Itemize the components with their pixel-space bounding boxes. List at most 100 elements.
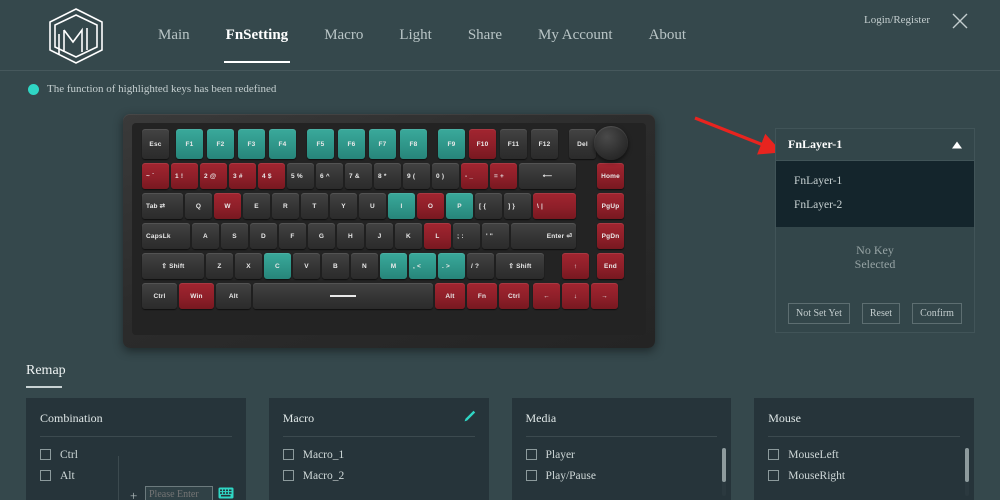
key-o[interactable]: O — [417, 193, 444, 219]
rotary-knob[interactable] — [594, 126, 628, 160]
key-f1[interactable]: F1 — [176, 129, 203, 159]
not-set-yet-button[interactable]: Not Set Yet — [788, 303, 850, 324]
key-0[interactable]: 0 ) — [432, 163, 459, 189]
confirm-button[interactable]: Confirm — [912, 303, 962, 324]
key-space[interactable]: ] } — [504, 193, 531, 219]
key-space[interactable] — [253, 283, 433, 309]
key-e[interactable]: E — [243, 193, 270, 219]
scrollbar-thumb[interactable] — [722, 448, 727, 482]
checkbox-icon[interactable] — [525, 449, 537, 460]
key-shift[interactable]: ⇧ Shift — [496, 253, 544, 279]
fnlayer-dropdown-toggle[interactable]: FnLayer-1 — [776, 129, 974, 161]
key-t[interactable]: T — [301, 193, 328, 219]
checkbox-row-macro-2[interactable]: Macro_2 — [282, 465, 475, 486]
key-b[interactable]: B — [322, 253, 349, 279]
key-f10[interactable]: F10 — [469, 129, 496, 159]
nav-item-main[interactable]: Main — [140, 0, 208, 71]
key-f6[interactable]: F6 — [338, 129, 365, 159]
nav-item-macro[interactable]: Macro — [306, 0, 381, 71]
key-5[interactable]: 5 % — [287, 163, 314, 189]
key-x[interactable]: X — [235, 253, 262, 279]
key-g[interactable]: G — [308, 223, 335, 249]
checkbox-icon[interactable] — [282, 470, 294, 481]
key-f2[interactable]: F2 — [207, 129, 234, 159]
scrollbar-thumb[interactable] — [965, 448, 969, 482]
checkbox-icon[interactable] — [768, 470, 780, 481]
key-del[interactable]: Del — [569, 129, 596, 159]
checkbox-row-mouseleft[interactable]: MouseLeft — [768, 444, 960, 465]
key-z[interactable]: Z — [206, 253, 233, 279]
nav-item-share[interactable]: Share — [450, 0, 520, 71]
key-n[interactable]: N — [351, 253, 378, 279]
key-f7[interactable]: F7 — [369, 129, 396, 159]
key-space[interactable]: = + — [490, 163, 517, 189]
key-end[interactable]: End — [597, 253, 624, 279]
nav-item-fnsetting[interactable]: FnSetting — [208, 0, 307, 71]
key-y[interactable]: Y — [330, 193, 357, 219]
key-space[interactable]: . > — [438, 253, 465, 279]
key-s[interactable]: S — [221, 223, 248, 249]
key-8[interactable]: 8 * — [374, 163, 401, 189]
nav-item-about[interactable]: About — [631, 0, 705, 71]
key-space[interactable]: \ | — [533, 193, 576, 219]
key-a[interactable]: A — [192, 223, 219, 249]
key-space[interactable]: / ? — [467, 253, 494, 279]
checkbox-icon[interactable] — [40, 470, 51, 481]
key-i[interactable]: I — [388, 193, 415, 219]
key-space[interactable]: [ { — [475, 193, 502, 219]
checkbox-row-alt[interactable]: Alt — [40, 465, 232, 486]
key-pgdn[interactable]: PgDn — [597, 223, 624, 249]
key-space[interactable]: ← — [533, 283, 560, 309]
keyboard-icon[interactable] — [218, 486, 234, 499]
key-space[interactable]: ~ ` — [142, 163, 169, 189]
key-6[interactable]: 6 ^ — [316, 163, 343, 189]
key-ctrl[interactable]: Ctrl — [499, 283, 529, 309]
key-capslk[interactable]: CapsLk — [142, 223, 190, 249]
key-v[interactable]: V — [293, 253, 320, 279]
key-win[interactable]: Win — [179, 283, 214, 309]
key-f4[interactable]: F4 — [269, 129, 296, 159]
key-space[interactable]: ⟵ — [519, 163, 576, 189]
key-shift[interactable]: ⇧ Shift — [142, 253, 204, 279]
key-space[interactable]: ↑ — [562, 253, 589, 279]
reset-button[interactable]: Reset — [861, 303, 901, 324]
key-h[interactable]: H — [337, 223, 364, 249]
key-space[interactable]: ; : — [453, 223, 480, 249]
key-tab[interactable]: Tab ⇄ — [142, 193, 183, 219]
edit-pencil-icon[interactable] — [462, 409, 477, 424]
checkbox-icon[interactable] — [768, 449, 780, 460]
key-enter[interactable]: Enter ⏎ — [511, 223, 576, 249]
key-q[interactable]: Q — [185, 193, 212, 219]
combination-key-input[interactable] — [145, 486, 213, 500]
key-l[interactable]: L — [424, 223, 451, 249]
key-f5[interactable]: F5 — [307, 129, 334, 159]
login-register-link[interactable]: Login/Register — [864, 14, 930, 26]
key-alt[interactable]: Alt — [435, 283, 465, 309]
key-d[interactable]: D — [250, 223, 277, 249]
key-7[interactable]: 7 & — [345, 163, 372, 189]
key-space[interactable]: ↓ — [562, 283, 589, 309]
key-fn[interactable]: Fn — [467, 283, 497, 309]
key-space[interactable]: , < — [409, 253, 436, 279]
key-pgup[interactable]: PgUp — [597, 193, 624, 219]
key-p[interactable]: P — [446, 193, 473, 219]
key-u[interactable]: U — [359, 193, 386, 219]
key-k[interactable]: K — [395, 223, 422, 249]
key-1[interactable]: 1 ! — [171, 163, 198, 189]
key-f9[interactable]: F9 — [438, 129, 465, 159]
key-esc[interactable]: Esc — [142, 129, 169, 159]
checkbox-icon[interactable] — [40, 449, 51, 460]
key-alt[interactable]: Alt — [216, 283, 251, 309]
fnlayer-option-2[interactable]: FnLayer-2 — [776, 193, 974, 217]
key-3[interactable]: 3 # — [229, 163, 256, 189]
key-f3[interactable]: F3 — [238, 129, 265, 159]
key-f8[interactable]: F8 — [400, 129, 427, 159]
nav-item-my-account[interactable]: My Account — [520, 0, 631, 71]
key-f[interactable]: F — [279, 223, 306, 249]
fnlayer-option-1[interactable]: FnLayer-1 — [776, 169, 974, 193]
key-space[interactable]: - _ — [461, 163, 488, 189]
key-space[interactable]: → — [591, 283, 618, 309]
key-w[interactable]: W — [214, 193, 241, 219]
key-2[interactable]: 2 @ — [200, 163, 227, 189]
key-9[interactable]: 9 ( — [403, 163, 430, 189]
